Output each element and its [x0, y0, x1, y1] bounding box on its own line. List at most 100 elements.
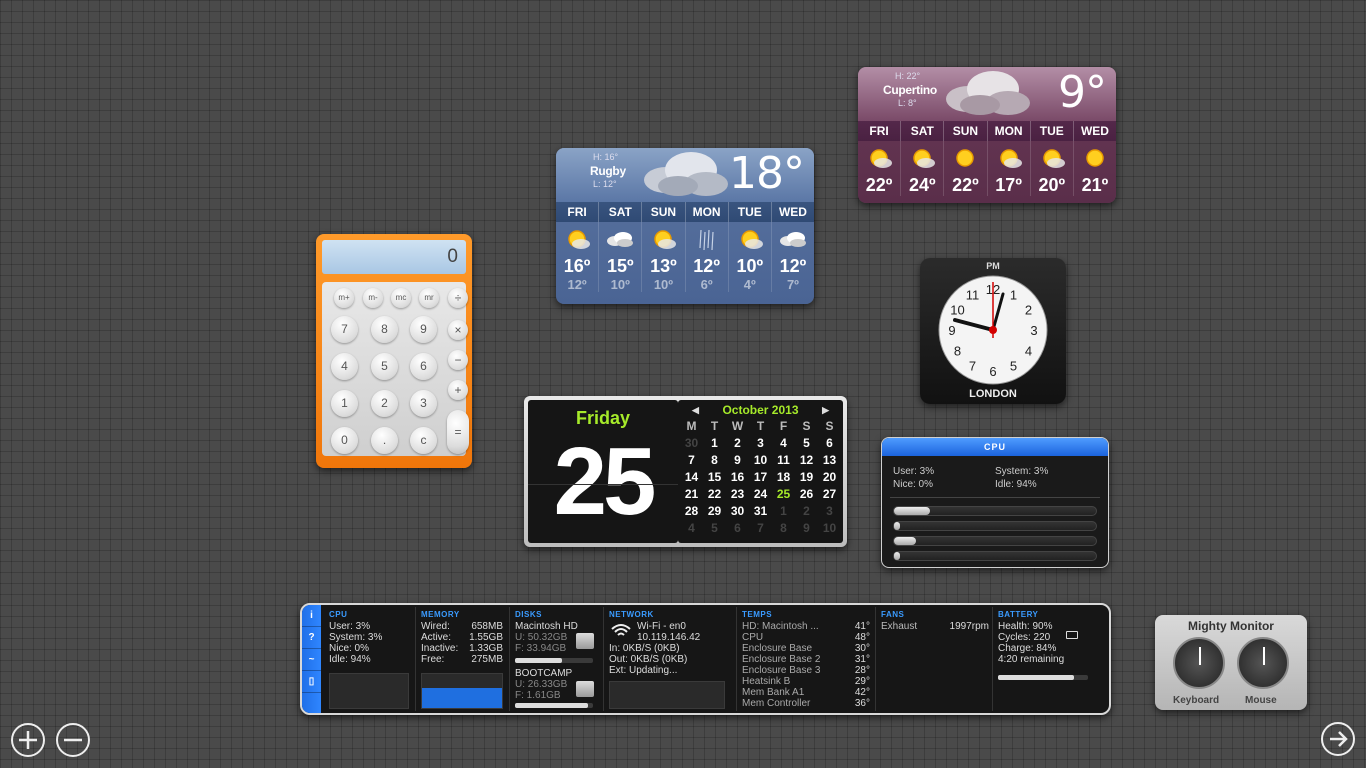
weather-widget-rugby[interactable]: H: 16° Rugby L: 12° 18° FRI SAT SUN MON TUE W…: [556, 148, 814, 304]
day-cell: 10: [822, 521, 837, 535]
calendar-day-panel[interactable]: Friday 25: [528, 400, 678, 543]
sensor-value: 28°: [854, 665, 870, 676]
day-cell: 4: [688, 521, 695, 535]
nine-button[interactable]: 9: [410, 316, 437, 343]
memory-mc-button[interactable]: mc: [391, 288, 411, 308]
month-header: ◀ October 2013 ▶: [678, 400, 843, 418]
network-graph: [609, 681, 725, 709]
remove-widget-button[interactable]: [56, 723, 90, 757]
divider: [875, 607, 876, 711]
forecast-low: 6º: [700, 277, 713, 292]
forecast-icon-wrap: [729, 222, 771, 256]
city-name: Cupertino: [883, 83, 937, 97]
memory-mr-button[interactable]: mr: [419, 288, 439, 308]
five-button[interactable]: 5: [371, 353, 398, 380]
forecast-icon-wrap: [944, 141, 986, 175]
mighty-monitor-widget[interactable]: Mighty Monitor Keyboard Mouse: [1155, 615, 1307, 710]
next-month-icon[interactable]: ▶: [822, 400, 829, 420]
day-cell: 7: [757, 521, 764, 535]
memory-graph-fill: [422, 688, 502, 708]
info-icon[interactable]: i: [302, 605, 321, 627]
two-button[interactable]: 2: [371, 390, 398, 417]
forecast-high: 21º: [1081, 175, 1109, 195]
high-temp: H: 16°: [593, 152, 619, 162]
forecast-high: 22º: [952, 175, 979, 195]
eight-button[interactable]: 8: [371, 316, 398, 343]
clock-number: 4: [1025, 344, 1032, 359]
temperature-row: CPU 48°: [742, 632, 870, 643]
gauge-needle: [1199, 647, 1201, 665]
disk-name: Macintosh HD: [515, 621, 578, 632]
battery-fill: [998, 675, 1074, 680]
cloud-icon: [644, 152, 728, 196]
cpu-core-bar: [893, 551, 1097, 561]
cpu-widget[interactable]: CPU User: 3% System: 3% Nice: 0% Idle: 9…: [881, 437, 1109, 568]
sensor-value: 41°: [854, 621, 870, 632]
day-cell: 1: [780, 504, 787, 518]
pulse-icon[interactable]: ~: [302, 649, 321, 671]
sensor-name: Mem Controller: [742, 698, 811, 709]
temperature-row: Heatsink B 29°: [742, 676, 870, 687]
decimal-button[interactable]: .: [371, 427, 398, 454]
day-cell: 5: [711, 521, 718, 535]
sensor-value: 42°: [854, 687, 870, 698]
weekday-header: M: [686, 419, 697, 433]
sun-cloud-icon: [741, 230, 763, 249]
low-temp: L: 8°: [898, 98, 917, 108]
three-button[interactable]: 3: [410, 390, 437, 417]
forecast-high: 17º: [995, 175, 1022, 195]
weather-widget-cupertino[interactable]: H: 22° Cupertino L: 8° 9° FRI SAT SUN MON TU…: [858, 67, 1116, 203]
add-widget-button[interactable]: [11, 723, 45, 757]
minus-button[interactable]: −: [448, 350, 468, 370]
memory-label: Free:: [421, 654, 445, 665]
forecast-day: 15º 10º: [599, 222, 643, 292]
prev-month-icon[interactable]: ◀: [692, 400, 699, 420]
four-button[interactable]: 4: [331, 353, 358, 380]
temperature-row: Enclosure Base 2 31°: [742, 654, 870, 665]
one-button[interactable]: 1: [331, 390, 358, 417]
calendar-widget[interactable]: Friday 25 ◀ October 2013 ▶ M T W T F S S 30 1 2 3 4…: [524, 396, 847, 547]
day-cell: 17: [753, 470, 768, 484]
gauge-needle: [1263, 647, 1265, 665]
high-temp: H: 22°: [895, 71, 921, 81]
divider: [736, 607, 737, 711]
memory-value: 658MB: [471, 621, 503, 632]
battery-remaining: 4:20 remaining: [998, 654, 1065, 665]
cpu-widget-title: CPU: [882, 438, 1108, 456]
zero-button[interactable]: 0: [331, 427, 358, 454]
divide-button[interactable]: ÷: [448, 288, 468, 308]
equals-button[interactable]: =: [447, 410, 469, 454]
day-cell: 11: [777, 453, 790, 467]
next-space-button[interactable]: [1321, 722, 1355, 756]
day-cell: 21: [684, 487, 699, 501]
clock-number: 10: [950, 303, 964, 318]
six-button[interactable]: 6: [410, 353, 437, 380]
seven-button[interactable]: 7: [331, 316, 358, 343]
divider: [603, 607, 604, 711]
memory-m+-button[interactable]: m+: [334, 288, 354, 308]
network-in: In: 0KB/S (0KB): [609, 643, 680, 654]
clear-button[interactable]: c: [410, 427, 437, 454]
help-icon[interactable]: ?: [302, 627, 321, 649]
forecast-day-label: WED: [1080, 124, 1109, 138]
forecast-icon-wrap: [901, 141, 943, 175]
cpu-graph: [329, 673, 409, 709]
sensor-name: Heatsink B: [742, 676, 791, 687]
forecast-row: 22º 24º 22º 17º 20º 21º: [858, 141, 1116, 196]
battery-icon[interactable]: ▯: [302, 671, 321, 693]
sensor-value: 36°: [854, 698, 870, 709]
system-monitor-widget[interactable]: i? ~ ▯ CPU User: 3% System: 3% Nice: 0% Id…: [300, 603, 1111, 715]
world-clock-widget[interactable]: PM 12 1 2 3 4 5 6 7 8 9 10 11 LONDON: [920, 258, 1066, 404]
plus-button[interactable]: +: [448, 380, 468, 400]
memory-m--button[interactable]: m-: [363, 288, 383, 308]
multiply-button[interactable]: ×: [448, 320, 468, 340]
memory-row: Inactive: 1.33GB: [421, 643, 503, 654]
memory-row: Wired: 658MB: [421, 621, 503, 632]
day-cell: 24: [753, 487, 768, 501]
fan-name: Exhaust: [881, 621, 918, 632]
calculator-widget[interactable]: 0 m+ m-mc mr ÷ 7 8 9 4 5 6 1 2 3 0. c × − + =: [316, 234, 472, 468]
temperature-row: Enclosure Base 30°: [742, 643, 870, 654]
clock-number: 5: [1010, 359, 1017, 374]
forecast-icon-wrap: [988, 141, 1030, 175]
fan-speed: 1997rpm: [949, 621, 989, 632]
